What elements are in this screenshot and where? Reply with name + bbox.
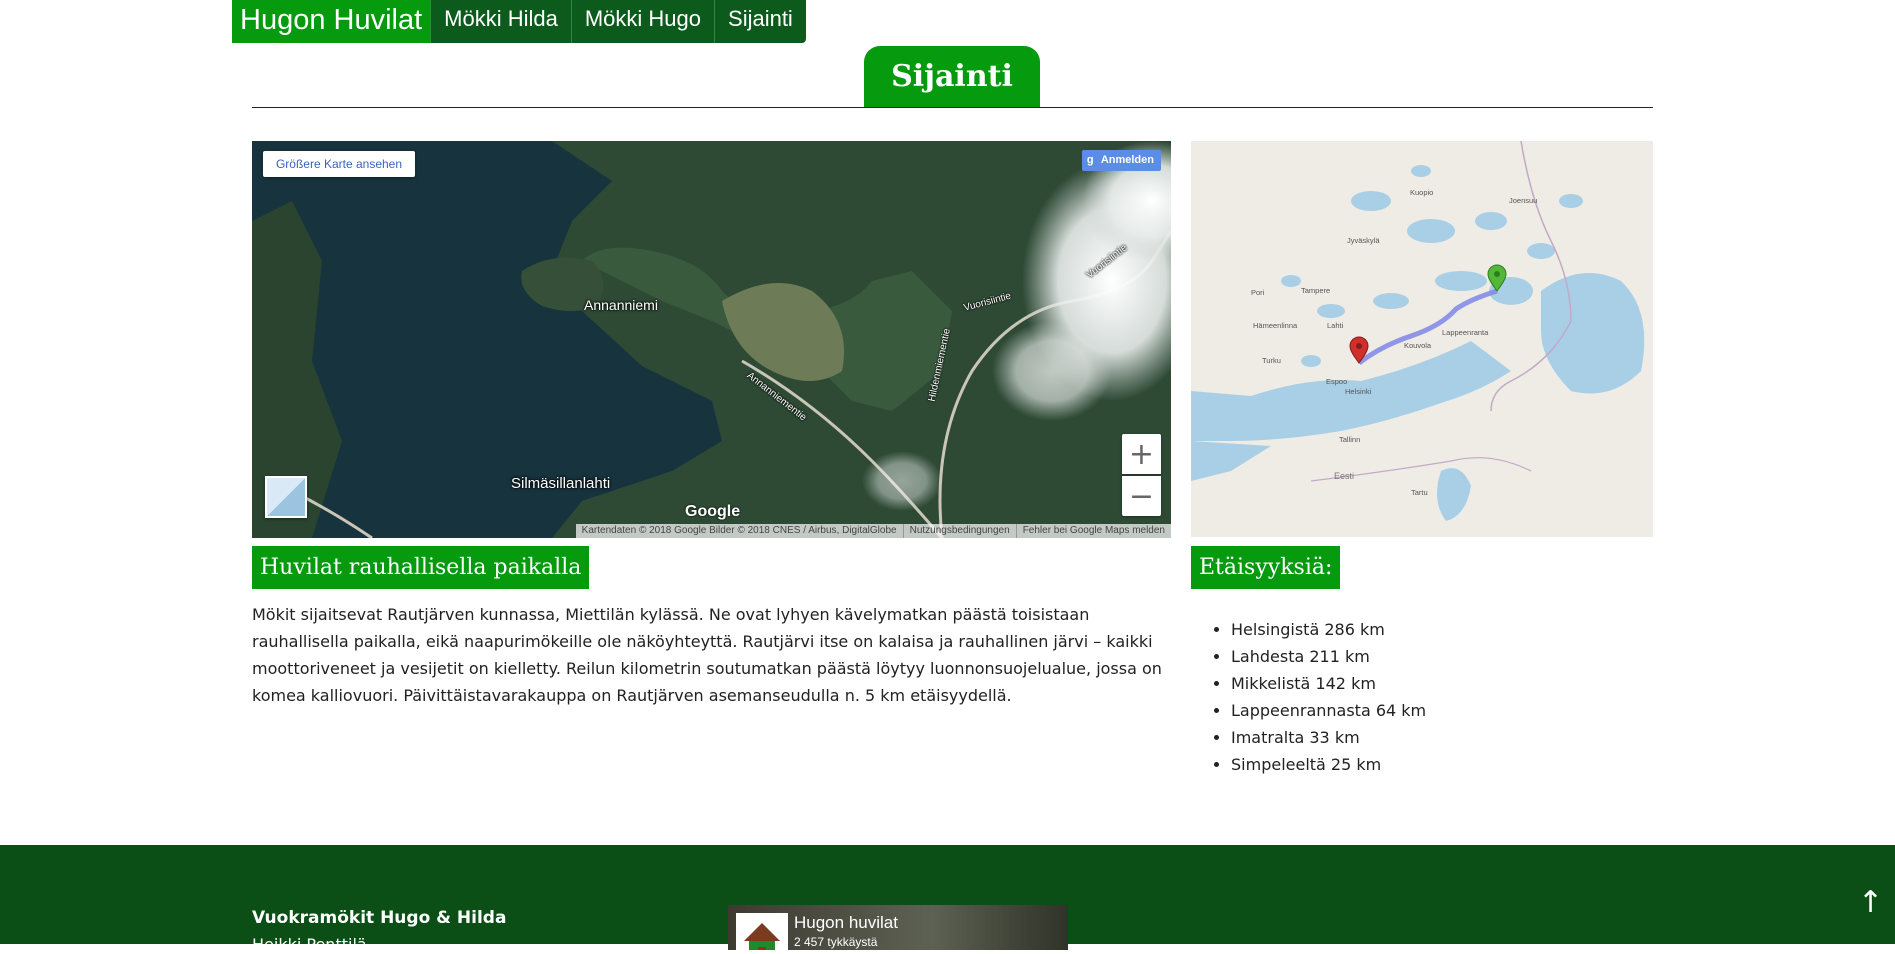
footer-contact-name: Heikki Penttilä	[252, 935, 367, 954]
list-item: Imatralta 33 km	[1231, 724, 1426, 751]
facebook-page-name-link[interactable]: Hugon huvilat	[794, 913, 898, 933]
city-label-pori: Pori	[1251, 288, 1265, 297]
location-description: Mökit sijaitsevat Rautjärven kunnassa, M…	[252, 605, 1162, 705]
list-item: Lappeenrannasta 64 km	[1231, 697, 1426, 724]
nav-item-sijainti[interactable]: Sijainti	[714, 0, 806, 43]
city-label-tallinn: Tallinn	[1339, 435, 1361, 444]
map-attribution: Kartendaten © 2018 Google Bilder © 2018 …	[575, 524, 1171, 538]
larger-map-button[interactable]: Größere Karte ansehen	[263, 151, 415, 177]
satellite-imagery	[252, 141, 1171, 538]
map-type-toggle[interactable]	[265, 476, 307, 518]
zoom-in-button[interactable]: +	[1122, 434, 1161, 474]
nav-item-mokki-hilda[interactable]: Mökki Hilda	[430, 0, 571, 43]
list-item: Simpeleeltä 25 km	[1231, 751, 1426, 778]
map-label-annanniemi: Annanniemi	[584, 297, 658, 313]
minus-icon: −	[1128, 478, 1155, 514]
facebook-likes-count: 2 457 tykkäystä	[794, 935, 878, 949]
city-label-espoo: Espoo	[1326, 377, 1348, 386]
route-map-graphic	[1191, 141, 1653, 537]
distances-heading: Etäisyyksiä:	[1191, 546, 1341, 589]
arrow-up-icon: ↑	[1857, 885, 1883, 920]
city-label-lahti: Lahti	[1327, 321, 1344, 330]
city-label-hameenlinna: Hämeenlinna	[1253, 321, 1298, 330]
nav-item-mokki-hugo[interactable]: Mökki Hugo	[570, 0, 715, 43]
list-item: Lahdesta 211 km	[1231, 643, 1426, 670]
facebook-page-logo	[736, 913, 788, 950]
location-heading: Huvilat rauhallisella paikalla	[252, 546, 590, 589]
map-report-error-link[interactable]: Fehler bei Google Maps melden	[1015, 524, 1171, 538]
site-footer: Vuokramökit Hugo & Hilda Heikki Penttilä…	[0, 845, 1895, 954]
facebook-page-widget[interactable]: Hugon huvilat 2 457 tykkäystä	[728, 905, 1068, 950]
nav-brand-link[interactable]: Hugon Huvilat	[232, 0, 431, 43]
map-signin-button[interactable]: g Anmelden	[1081, 150, 1161, 171]
map-signin-label: Anmelden	[1100, 154, 1154, 166]
city-label-tartu: Tartu	[1411, 488, 1428, 497]
city-label-lappeenranta: Lappeenranta	[1442, 328, 1489, 337]
map-label-silmasillanlahti: Silmäsillanlahti	[511, 475, 611, 492]
distances-list: Helsingistä 286 km Lahdesta 211 km Mikke…	[1191, 616, 1426, 778]
footer-title: Vuokramökit Hugo & Hilda	[252, 908, 507, 928]
plus-icon: +	[1128, 436, 1155, 472]
city-label-kuopio: Kuopio	[1410, 188, 1434, 197]
city-label-jyvaskyla: Jyväskylä	[1347, 236, 1380, 245]
city-label-kouvola: Kouvola	[1404, 341, 1432, 350]
city-label-tampere: Tampere	[1301, 286, 1331, 295]
google-plus-icon: g	[1086, 154, 1094, 166]
satellite-map[interactable]: Annanniemi Silmäsillanlahti Annanniement…	[252, 141, 1171, 538]
cabin-icon	[736, 913, 788, 950]
title-divider	[252, 107, 1653, 108]
back-to-top-button[interactable]: ↑	[1858, 885, 1883, 920]
map-terms-link[interactable]: Nutzungsbedingungen	[902, 524, 1016, 538]
city-label-turku: Turku	[1262, 356, 1281, 365]
google-logo: Google	[685, 503, 741, 520]
zoom-out-button[interactable]: −	[1122, 476, 1161, 516]
country-label-eesti: Eesti	[1334, 471, 1355, 481]
city-label-helsinki: Helsinki	[1345, 387, 1372, 396]
page-title: Sijainti	[864, 46, 1040, 108]
map-attribution-data: Kartendaten © 2018 Google Bilder © 2018 …	[581, 525, 897, 536]
main-nav: Hugon Huvilat Mökki Hilda Mökki Hugo Sij…	[232, 0, 806, 43]
city-label-joensuu: Joensuu	[1509, 196, 1538, 205]
list-item: Mikkelistä 142 km	[1231, 670, 1426, 697]
list-item: Helsingistä 286 km	[1231, 616, 1426, 643]
route-map[interactable]: Kuopio Joensuu Jyväskylä Tampere Pori Hä…	[1191, 141, 1653, 537]
